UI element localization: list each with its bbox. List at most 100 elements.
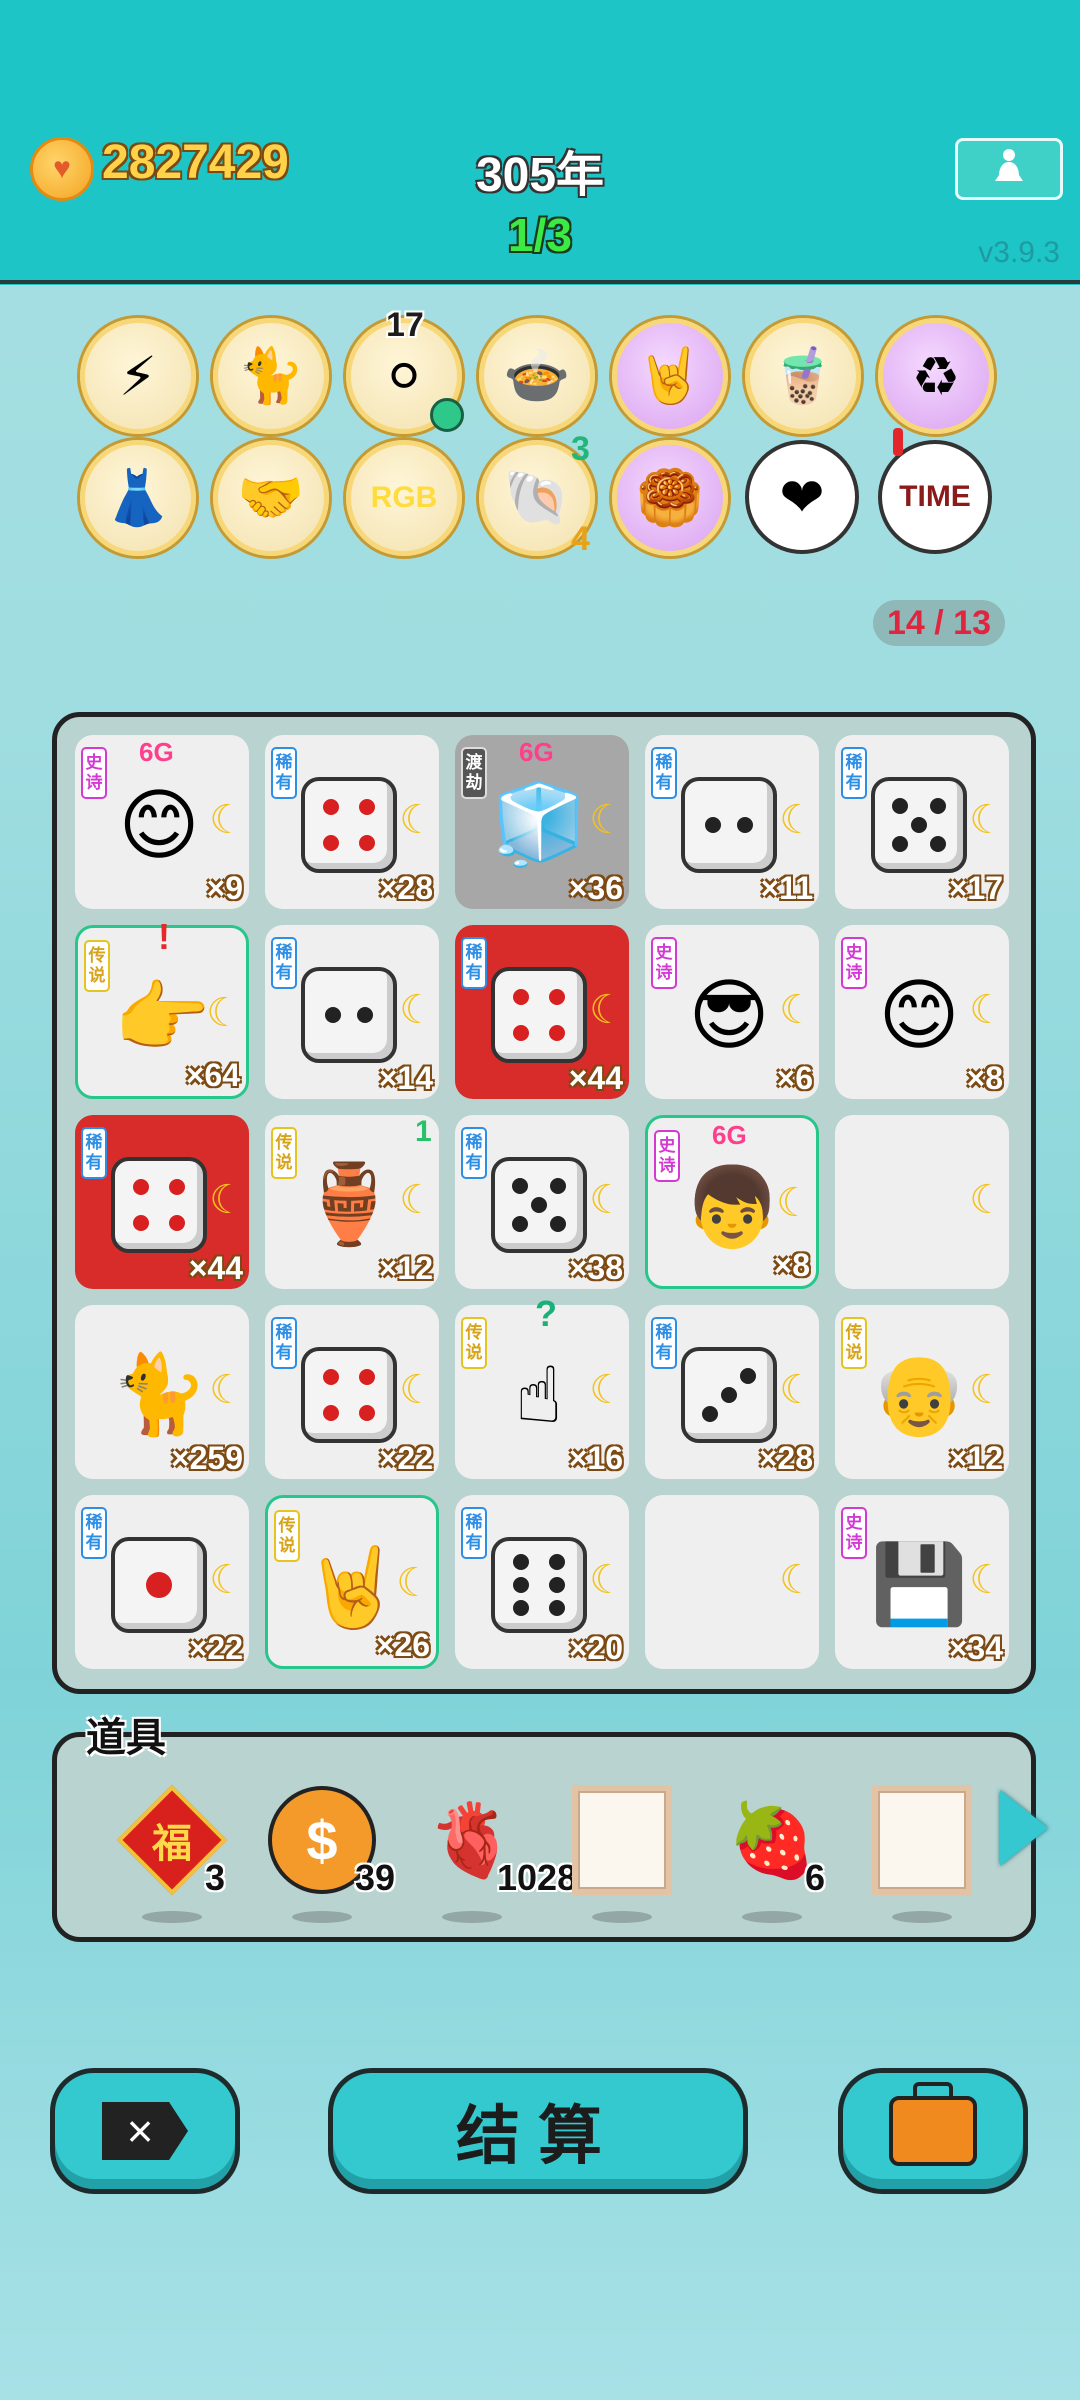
items-title: 道具 xyxy=(86,1716,166,1760)
cat-icon[interactable]: 🐈 xyxy=(213,318,329,434)
alert-icon xyxy=(893,428,903,456)
item-shadow xyxy=(442,1911,502,1923)
blank-frame-icon[interactable] xyxy=(567,1785,677,1923)
delete-icon: × xyxy=(102,2102,188,2160)
time-magazine-icon[interactable]: TIME xyxy=(878,440,992,554)
moon-icon: ☾ xyxy=(399,1368,435,1412)
item-count: ×44 xyxy=(568,1060,623,1096)
item-count: ×28 xyxy=(378,870,433,906)
delete-button[interactable]: × xyxy=(50,2068,240,2194)
board-cell[interactable]: 稀有 ☾ ×44 xyxy=(455,925,629,1099)
rarity-tag: 稀有 xyxy=(271,1317,297,1369)
rarity-tag: 稀有 xyxy=(651,1317,677,1369)
moon-icon: ☾ xyxy=(969,798,1005,842)
milk-tea-icon[interactable]: 🧋 xyxy=(745,318,861,434)
stage-progress: 1/3 xyxy=(508,209,572,261)
status-dot-icon xyxy=(430,398,464,432)
rock-hand-icon[interactable]: 🤘 xyxy=(612,318,728,434)
skirt-icon[interactable]: 👗 xyxy=(80,440,196,556)
dice5-icon xyxy=(489,1155,589,1255)
handshake-icon[interactable]: 🤝 xyxy=(213,440,329,556)
board-cell[interactable]: 稀有 ☾ ×20 xyxy=(455,1495,629,1669)
board-cell[interactable]: ☾ xyxy=(835,1115,1009,1289)
board-cell[interactable]: ☾ 🐈 ×259 xyxy=(75,1305,249,1479)
settle-button[interactable]: 结算 xyxy=(328,2068,748,2194)
dice6-icon xyxy=(489,1535,589,1635)
item-count: ×17 xyxy=(948,870,1003,906)
rarity-tag: 传说 xyxy=(271,1127,297,1179)
lightning-icon[interactable]: ⚡ xyxy=(80,318,196,434)
item-shadow xyxy=(592,1911,652,1923)
board-cell[interactable]: 稀有 ☾ ×44 xyxy=(75,1115,249,1289)
item-count: ×36 xyxy=(568,870,623,906)
rarity-tag: 史诗 xyxy=(81,747,107,799)
board-cell[interactable]: 渡劫 ☾ 🧊 ×36 6G xyxy=(455,735,629,909)
moon-icon: ☾ xyxy=(589,988,625,1032)
board-cell[interactable]: 稀有 ☾ ×22 xyxy=(75,1495,249,1669)
recycle-icon[interactable]: ♻ xyxy=(878,318,994,434)
board-cell[interactable]: 稀有 ☾ ×28 xyxy=(265,735,439,909)
board-cell[interactable]: ☾ xyxy=(645,1495,819,1669)
board-cell[interactable]: 史诗 ☾ 😊 ×9 6G xyxy=(75,735,249,909)
rarity-tag: 稀有 xyxy=(651,747,677,799)
rarity-tag: 稀有 xyxy=(81,1507,107,1559)
board-cell[interactable]: 传说 ☾ 👉 ×64! xyxy=(75,916,249,1099)
rarity-tag: 稀有 xyxy=(271,937,297,989)
relic-glyph: 🍲 xyxy=(503,345,571,406)
relic-glyph: 👗 xyxy=(104,467,172,528)
fried-rice-icon[interactable]: 🍲 xyxy=(479,318,595,434)
moon-icon: ☾ xyxy=(969,988,1005,1032)
next-arrow-icon[interactable] xyxy=(1000,1790,1048,1866)
rarity-tag: 传说 xyxy=(274,1510,300,1562)
relic-glyph: ⚪ xyxy=(381,346,427,407)
dice2-icon xyxy=(679,775,779,875)
item-count: ×14 xyxy=(378,1060,433,1096)
board-cell[interactable]: 传说 ☾ 🤘 ×26 xyxy=(265,1495,439,1669)
heart-cup-icon[interactable]: ❤ xyxy=(745,440,859,554)
green-vase-icon: 🏺 xyxy=(300,1160,398,1248)
item-count: ×9 xyxy=(206,870,243,906)
item-count: ×44 xyxy=(188,1250,243,1286)
item-count: ×8 xyxy=(773,1247,810,1283)
board-cell[interactable]: 传说 ☾ 👴 ×12 xyxy=(835,1305,1009,1479)
board-cell[interactable]: 史诗 ☾ 💾 ×34 xyxy=(835,1495,1009,1669)
board-cell[interactable]: 史诗 ☾ 👦 ×8 6G xyxy=(645,1115,819,1289)
board-cell[interactable]: 稀有 ☾ ×28 xyxy=(645,1305,819,1479)
point-up-hand-icon: ☝ xyxy=(515,1350,563,1439)
relic-glyph: ❤ xyxy=(779,467,825,528)
relic-bottom-number: 4 xyxy=(571,520,590,558)
level-badge: 6G xyxy=(519,737,554,767)
board-cell[interactable]: 稀有 ☾ ×17 xyxy=(835,735,1009,909)
year-label: 305年 xyxy=(475,149,605,202)
rarity-tag: 渡劫 xyxy=(461,747,487,799)
relic-glyph: 🐈 xyxy=(237,345,305,406)
relic-counter: 14 / 13 xyxy=(873,600,1005,646)
top-bar-divider xyxy=(0,280,1080,284)
dice4-red-icon xyxy=(489,965,589,1065)
relic-number: 17 xyxy=(386,306,424,344)
item-count: 3 xyxy=(205,1857,226,1898)
board-cell[interactable]: 稀有 ☾ ×11 xyxy=(645,735,819,909)
board-cell[interactable]: 史诗 ☾ 😎 ×6 xyxy=(645,925,819,1099)
rarity-tag: 稀有 xyxy=(461,1507,487,1559)
mooncake-icon[interactable]: 🥮 xyxy=(612,440,728,556)
backpack-button[interactable] xyxy=(838,2068,1028,2194)
version-label: v3.9.3 xyxy=(978,236,1060,269)
board-cell[interactable]: 稀有 ☾ ×22 xyxy=(265,1305,439,1479)
board-cell[interactable]: 史诗 ☾ 😊 ×8 xyxy=(835,925,1009,1099)
rarity-tag: 传说 xyxy=(84,940,110,992)
board-cell[interactable]: 稀有 ☾ ×38 xyxy=(455,1115,629,1289)
meditate-button[interactable] xyxy=(955,138,1063,200)
relic-glyph: 🥮 xyxy=(636,467,704,528)
moon-icon: ☾ xyxy=(589,1368,625,1412)
blank-frame-icon[interactable] xyxy=(867,1785,977,1923)
board-cell[interactable]: 传说 ☾ ☝ ×16? xyxy=(455,1293,629,1479)
rarity-tag: 传说 xyxy=(841,1317,867,1369)
item-count: ×8 xyxy=(966,1060,1003,1096)
moon-icon: ☾ xyxy=(969,1368,1005,1412)
rgb-icon[interactable]: RGB xyxy=(346,440,462,556)
board-cell[interactable]: 传说 ☾ 🏺 ×12 1 xyxy=(265,1115,439,1289)
moon-icon: ☾ xyxy=(969,1178,1005,1222)
dice2-icon xyxy=(299,965,399,1065)
board-cell[interactable]: 稀有 ☾ ×14 xyxy=(265,925,439,1099)
